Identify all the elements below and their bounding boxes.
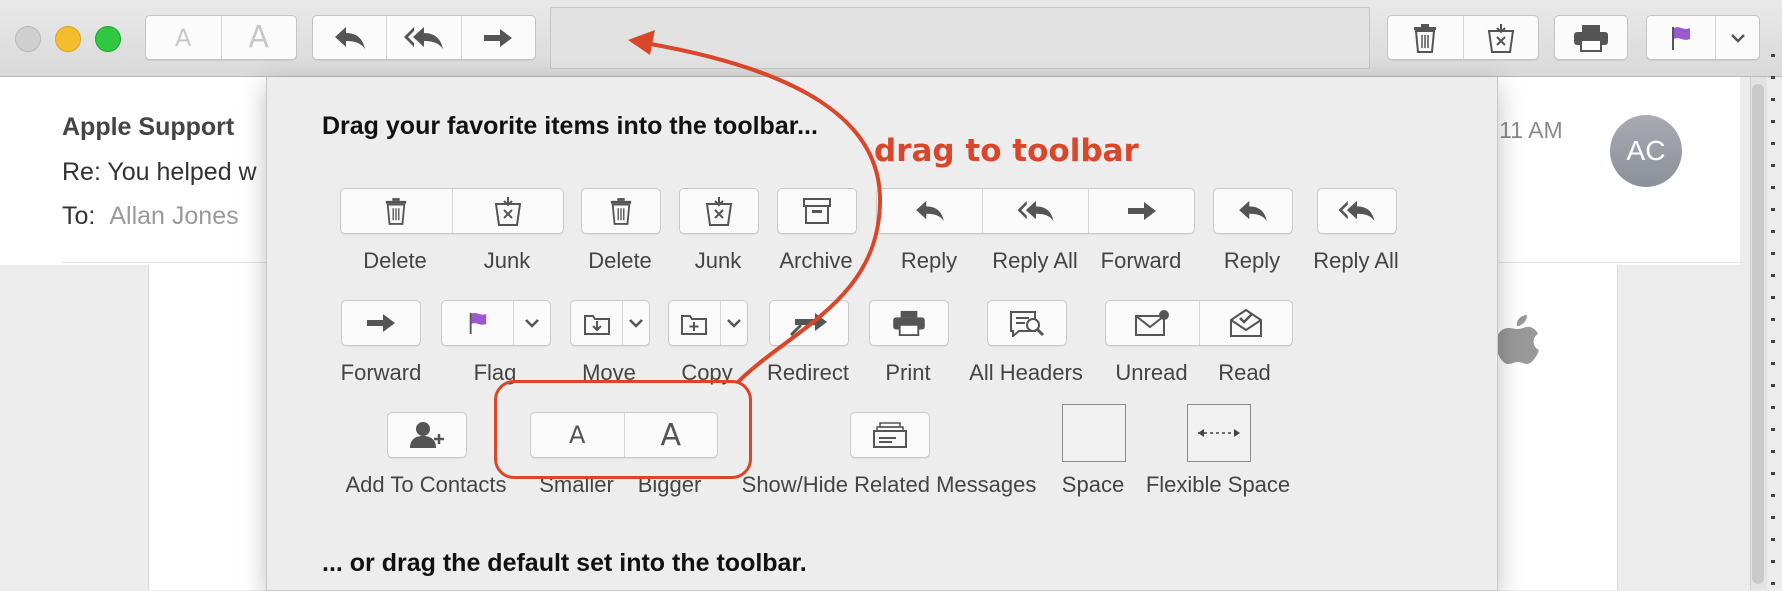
annotation-arrow [628,30,883,384]
